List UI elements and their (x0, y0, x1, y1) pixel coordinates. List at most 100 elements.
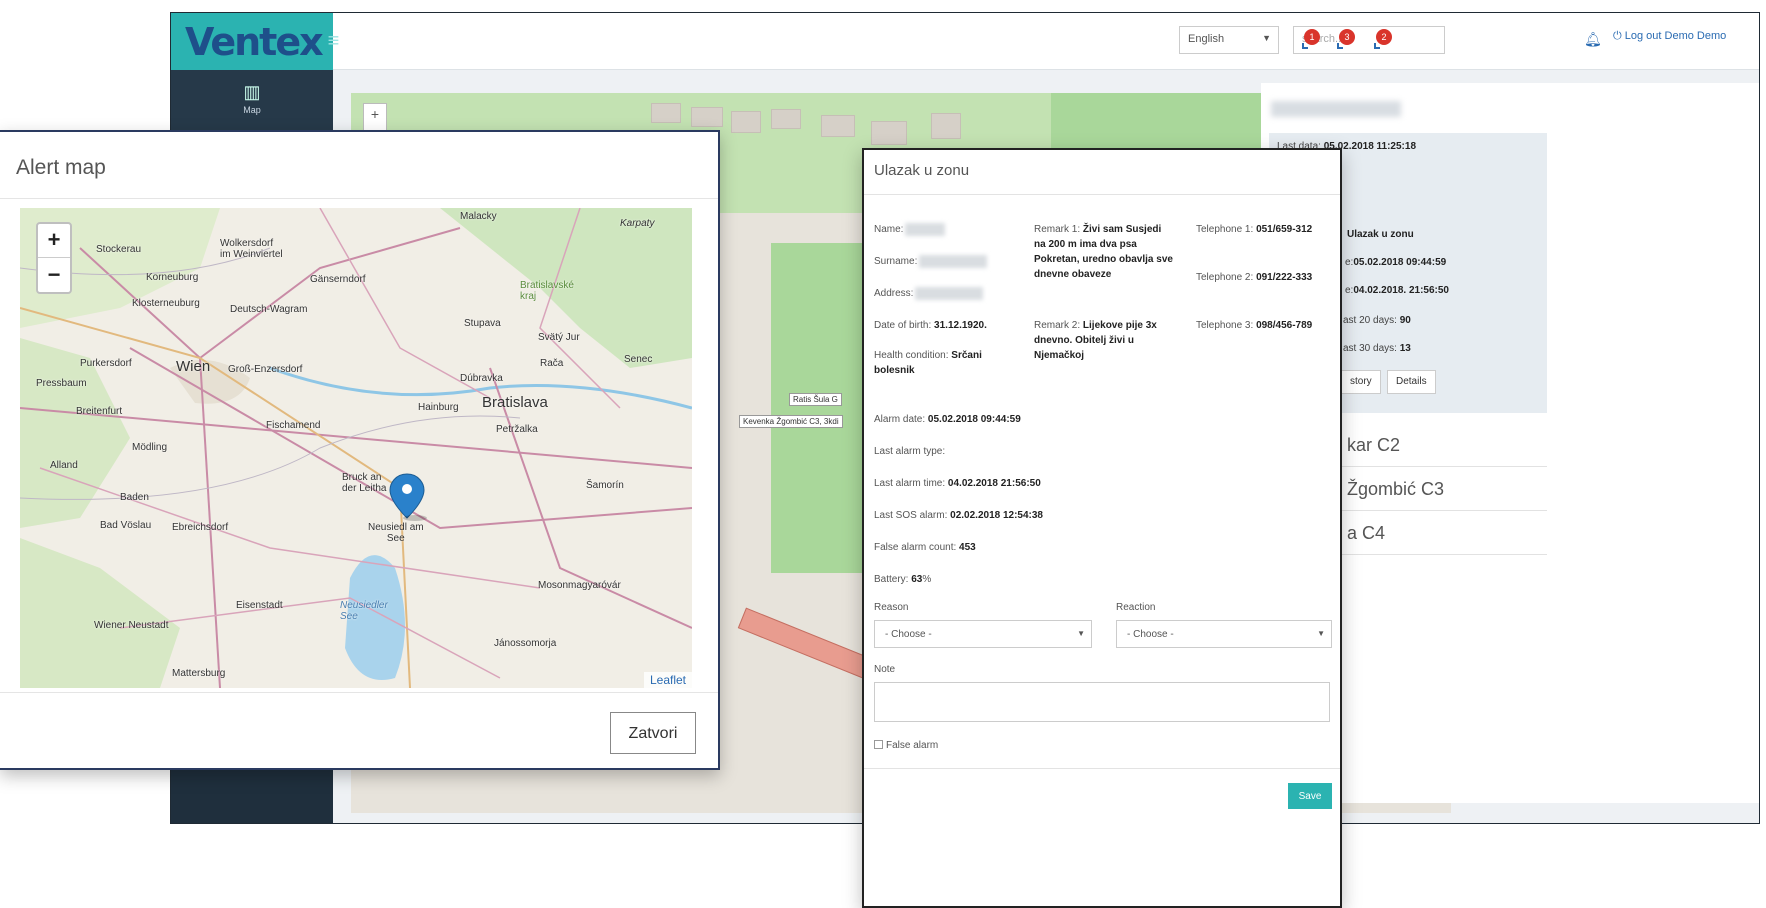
reaction-select[interactable]: - Choose - ▼ (1116, 620, 1332, 648)
reaction-value: - Choose - (1127, 629, 1174, 640)
alert-map-view[interactable]: Malacky Karpaty Stockerau Wolkersdorf im… (20, 208, 692, 688)
map-city-label: Fischamend (266, 420, 321, 431)
map-city-label: Hainburg (418, 402, 459, 413)
bell-icon[interactable]: 🔔︎ (1584, 31, 1602, 48)
map-region-label: Karpaty (620, 218, 655, 229)
map-city-label: Wolkersdorf im Weinviertel (220, 238, 283, 260)
chevron-down-icon: ▼ (1262, 33, 1271, 43)
dob-label: Date of birth: (874, 320, 932, 331)
leaflet-attribution-link[interactable]: Leaflet (643, 672, 692, 688)
telephone2-value: 091/222-333 (1256, 272, 1313, 283)
address-value-blurred (915, 286, 984, 300)
map-city-label: Senec (624, 354, 653, 365)
map-city-label: Baden (120, 492, 149, 503)
map-lake-label: Neusiedler See (340, 600, 388, 622)
logout-label: Log out Demo Demo (1624, 30, 1727, 42)
sidebar-item-label: Map (243, 105, 261, 115)
last-alarm-type-label: Last alarm type: (874, 446, 946, 457)
divider (0, 692, 718, 693)
telephone2-label: Telephone 2: (1196, 272, 1254, 283)
sidebar-item-map[interactable]: ▥ Map (171, 70, 333, 130)
last-alarm-time-value: 04.02.2018. 21:56:50 (1353, 285, 1449, 296)
top-bar: Ventex ≡ English ▼ search... 1 3 2 🔔︎ ⏻ … (171, 13, 1759, 70)
divider (864, 194, 1340, 195)
last-alarm-time-label: Last alarm time: (874, 478, 946, 489)
false-alarm-label: False alarm (886, 740, 939, 751)
last-sos-value: 02.02.2018 12:54:38 (950, 510, 1043, 521)
dob-value: 31.12.1920. (934, 320, 987, 331)
chevron-down-icon: ▼ (1317, 629, 1325, 638)
zoom-in-button[interactable]: + (38, 224, 70, 258)
close-button[interactable]: Zatvori (610, 712, 696, 754)
reason-value: - Choose - (885, 629, 932, 640)
note-textarea[interactable] (874, 682, 1330, 722)
last-alarm-time-value: 04.02.2018 21:56:50 (947, 478, 1041, 489)
notification-battery-icon[interactable]: 3 (1336, 29, 1358, 53)
map-city-label: Alland (50, 460, 78, 471)
save-button[interactable]: Save (1288, 783, 1332, 809)
map-city-label: Jánossomorja (494, 638, 557, 649)
alert-map-modal: Alert map Malacky Karpaty Stockerau Wolk… (0, 130, 720, 770)
remark2-label: Remark 2: (1034, 320, 1081, 331)
map-city-label: Dúbravka (460, 373, 503, 384)
alarm-date-value: 05.02.2018 09:44:59 (1353, 257, 1447, 268)
false-alarm-checkbox[interactable]: False alarm (874, 740, 938, 751)
zoom-out-button[interactable]: − (38, 259, 70, 293)
last-sos-field: Last SOS alarm: 02.02.2018 12:54:38 (874, 508, 1043, 523)
remark2-field: Remark 2: Lijekove pije 3x dnevno. Obite… (1034, 318, 1174, 363)
dob-field: Date of birth: 31.12.1920. (874, 318, 987, 333)
map-city-label: Groß-Enzersdorf (228, 364, 303, 375)
battery-unit: % (922, 574, 932, 585)
battery-field: Battery: 63% (874, 572, 931, 587)
note-label: Note (874, 664, 896, 675)
map-city-label: Šamorín (586, 480, 624, 491)
map-city-label: Klosterneuburg (132, 298, 200, 309)
battery-value: 63 (911, 574, 923, 585)
map-city-label: Wiener Neustadt (94, 620, 169, 631)
map-city-label: Rača (540, 358, 564, 369)
map-city-label: Mödling (132, 442, 168, 453)
map-city-label: Ebreichsdorf (172, 522, 229, 533)
alarm-date-value: 05.02.2018 09:44:59 (927, 414, 1021, 425)
details-button[interactable]: Details (1387, 370, 1436, 394)
hamburger-menu-icon[interactable]: ≡ (328, 30, 340, 53)
map-marker-label[interactable]: Kevenka Žgombić C3, 3kdi (739, 415, 843, 428)
map-city-label: Petržalka (496, 424, 538, 435)
language-select[interactable]: English ▼ (1179, 26, 1279, 54)
chevron-down-icon: ▼ (1077, 629, 1085, 638)
notification-sos-icon[interactable]: 2 (1373, 29, 1395, 53)
reason-select[interactable]: - Choose - ▼ (874, 620, 1092, 648)
divider (864, 768, 1340, 769)
remark1-label: Remark 1: (1034, 224, 1081, 235)
surname-label: Surname: (874, 256, 918, 267)
map-city-label: Svätý Jur (538, 332, 580, 343)
language-value: English (1188, 33, 1225, 45)
last-alarm-time-field: Last alarm time: 04.02.2018 21:56:50 (874, 476, 1041, 491)
reason-label: Reason (874, 602, 909, 613)
health-field: Health condition: Srčani bolesnik (874, 348, 1014, 378)
telephone1-label: Telephone 1: (1196, 224, 1254, 235)
map-marker-label[interactable]: Ratis Šula G (789, 393, 842, 406)
map-city-label: Korneuburg (146, 272, 199, 283)
map-city-label: Bruck an der Leitha (342, 472, 387, 494)
telephone1-value: 051/659-312 (1256, 224, 1313, 235)
battery-label: Battery: (874, 574, 909, 585)
history-button[interactable]: story (1341, 370, 1381, 394)
map-city-label: Bad Vöslau (100, 520, 152, 531)
notification-alarm-icon[interactable]: 1 (1301, 29, 1323, 53)
checkbox-box[interactable] (874, 740, 883, 749)
telephone1-field: Telephone 1: 051/659-312 (1196, 222, 1326, 237)
telephone3-value: 098/456-789 (1256, 320, 1313, 331)
alarm-date-label: Alarm date: (874, 414, 926, 425)
zone-entry-modal: Ulazak u zonu Name: Surname: Address: Da… (862, 148, 1342, 908)
zoom-control: + − (36, 222, 72, 294)
health-label: Health condition: (874, 350, 949, 361)
map-city-label: Bratislava (482, 394, 548, 411)
surname-value-blurred (919, 254, 988, 268)
map-city-label: Stockerau (96, 244, 142, 255)
map-city-label: Gänserndorf (310, 274, 366, 285)
divider (0, 198, 718, 199)
logo-text: Ventex (185, 19, 324, 64)
modal-title: Alert map (16, 156, 106, 179)
logout-link[interactable]: ⏻ Log out Demo Demo (1613, 30, 1726, 43)
